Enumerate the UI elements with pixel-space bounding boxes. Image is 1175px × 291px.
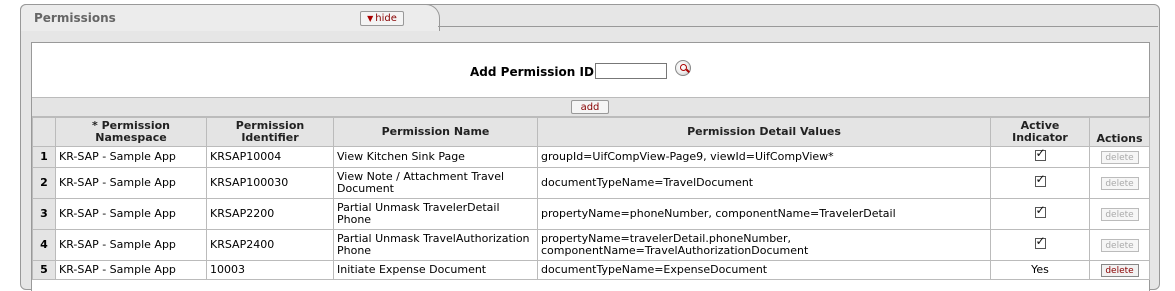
active-cell xyxy=(990,146,1090,168)
tab-title: Permissions xyxy=(34,11,116,25)
row-number: 3 xyxy=(32,198,56,230)
table-row: 5 KR-SAP - Sample App 10003 Initiate Exp… xyxy=(32,260,1150,280)
row-number: 1 xyxy=(32,146,56,168)
permission-id-input[interactable] xyxy=(595,63,667,79)
namespace-cell: KR-SAP - Sample App xyxy=(55,146,207,168)
table-row: 3 KR-SAP - Sample App KRSAP2200 Partial … xyxy=(32,198,1150,230)
namespace-cell: KR-SAP - Sample App xyxy=(55,229,207,261)
active-checkbox[interactable] xyxy=(1034,235,1046,249)
namespace-cell: KR-SAP - Sample App xyxy=(55,198,207,230)
namespace-cell: KR-SAP - Sample App xyxy=(55,260,207,280)
name-cell: Partial Unmask TravelerDetail Phone xyxy=(333,198,538,230)
name-cell: View Kitchen Sink Page xyxy=(333,146,538,168)
triangle-down-icon: ▼ xyxy=(367,14,374,23)
add-button[interactable]: add xyxy=(571,100,609,114)
delete-button[interactable]: delete xyxy=(1100,150,1139,164)
details-cell: documentTypeName=TravelDocument xyxy=(537,167,991,199)
identifier-cell: KRSAP100030 xyxy=(206,167,334,199)
table-row: 4 KR-SAP - Sample App KRSAP2400 Partial … xyxy=(32,229,1150,261)
table-row: 1 KR-SAP - Sample App KRSAP10004 View Ki… xyxy=(32,146,1150,168)
hide-label: hide xyxy=(375,13,397,24)
active-value: Yes xyxy=(990,260,1090,280)
add-permission-row: Add Permission ID: xyxy=(32,43,1149,97)
identifier-cell: KRSAP2400 xyxy=(206,229,334,261)
delete-button[interactable]: delete xyxy=(1100,263,1139,277)
row-number: 4 xyxy=(32,229,56,261)
details-cell: propertyName=phoneNumber, componentName=… xyxy=(537,198,991,230)
add-button-row: add xyxy=(32,97,1149,117)
active-cell xyxy=(990,198,1090,230)
delete-button[interactable]: delete xyxy=(1100,207,1139,221)
row-number: 5 xyxy=(32,260,56,280)
tab-divider xyxy=(438,26,1158,27)
permissions-panel: Add Permission ID: add * Permission Name… xyxy=(31,42,1150,291)
active-cell xyxy=(990,167,1090,199)
identifier-cell: KRSAP2200 xyxy=(206,198,334,230)
row-number-header xyxy=(32,117,56,147)
delete-button[interactable]: delete xyxy=(1100,176,1139,190)
actions-cell: delete xyxy=(1089,229,1150,261)
actions-header: Actions xyxy=(1089,117,1150,147)
details-cell: propertyName=travelerDetail.phoneNumber,… xyxy=(537,229,991,261)
table-row: 2 KR-SAP - Sample App KRSAP100030 View N… xyxy=(32,167,1150,199)
row-number: 2 xyxy=(32,167,56,199)
identifier-header: Permission Identifier xyxy=(206,117,334,147)
lookup-search-icon[interactable] xyxy=(675,60,691,76)
active-checkbox[interactable] xyxy=(1034,204,1046,218)
hide-button[interactable]: ▼ hide xyxy=(360,11,404,26)
identifier-cell: 10003 xyxy=(206,260,334,280)
active-checkbox[interactable] xyxy=(1034,173,1046,187)
active-cell xyxy=(990,229,1090,261)
table-header-row: * Permission Namespace Permission Identi… xyxy=(32,117,1150,147)
actions-cell: delete xyxy=(1089,198,1150,230)
namespace-cell: KR-SAP - Sample App xyxy=(55,167,207,199)
actions-cell: delete xyxy=(1089,146,1150,168)
active-header: Active Indicator xyxy=(990,117,1090,147)
name-cell: View Note / Attachment Travel Document xyxy=(333,167,538,199)
active-checkbox[interactable] xyxy=(1034,147,1046,161)
details-cell: groupId=UifCompView-Page9, viewId=UifCom… xyxy=(537,146,991,168)
add-permission-label: Add Permission ID: xyxy=(470,65,599,79)
actions-cell: delete xyxy=(1089,167,1150,199)
name-cell: Partial Unmask TravelAuthorization Phone xyxy=(333,229,538,261)
permissions-table: * Permission Namespace Permission Identi… xyxy=(32,117,1150,280)
delete-button[interactable]: delete xyxy=(1100,238,1139,252)
namespace-header: * Permission Namespace xyxy=(55,117,207,147)
identifier-cell: KRSAP10004 xyxy=(206,146,334,168)
name-cell: Initiate Expense Document xyxy=(333,260,538,280)
details-cell: documentTypeName=ExpenseDocument xyxy=(537,260,991,280)
name-header: Permission Name xyxy=(333,117,538,147)
details-header: Permission Detail Values xyxy=(537,117,991,147)
actions-cell: delete xyxy=(1089,260,1150,280)
